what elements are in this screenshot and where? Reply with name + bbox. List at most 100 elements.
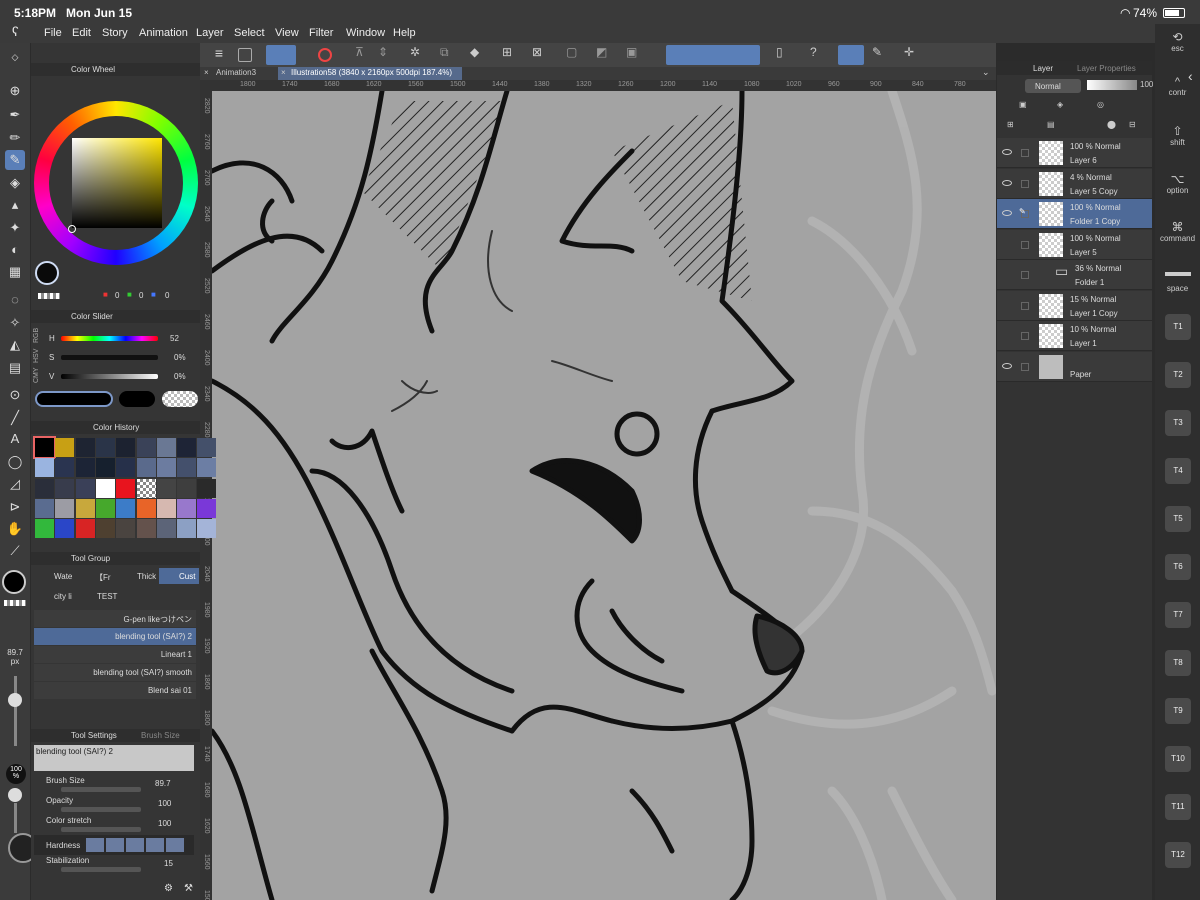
color-history-header[interactable]: Color History <box>31 421 200 434</box>
new-layer-icon[interactable]: ▣ <box>1019 100 1027 109</box>
saturation-value-square[interactable] <box>72 138 162 228</box>
history-color-swatch[interactable] <box>177 519 197 539</box>
layer-row[interactable]: 10 % Normal Layer 1 <box>997 321 1152 351</box>
expand-selection-icon[interactable]: ⊠ <box>532 45 554 65</box>
hardness-levels[interactable] <box>86 838 186 852</box>
decoration-tool-icon[interactable]: ✦ <box>5 218 25 238</box>
ctrl-key[interactable]: ^ contr <box>1155 76 1200 97</box>
line-tool-icon[interactable]: ╱ <box>5 408 25 428</box>
ruler-snap-group[interactable] <box>666 45 760 65</box>
history-color-swatch[interactable] <box>95 498 115 518</box>
opacity-slider-handle[interactable] <box>8 788 22 802</box>
custom-key-t7[interactable]: T7 <box>1165 602 1191 628</box>
command-key[interactable]: ⌘ command <box>1155 220 1200 243</box>
history-color-swatch[interactable] <box>75 438 95 457</box>
saturation-slider[interactable] <box>61 355 158 360</box>
reference-icon[interactable]: ◎ <box>1097 100 1104 109</box>
new-raster-layer-icon[interactable]: ⊞ <box>1007 120 1014 129</box>
custom-key-t12[interactable]: T12 <box>1165 842 1191 868</box>
layer-opacity-slider[interactable] <box>1087 80 1137 90</box>
tool-group-header[interactable]: Tool Group <box>31 552 200 565</box>
history-color-swatch[interactable] <box>156 498 176 518</box>
opacity-slider[interactable] <box>14 803 17 833</box>
close-icon[interactable]: × <box>204 68 209 77</box>
eraser-tool-icon[interactable]: ◈ <box>5 173 25 193</box>
brush-size-setting-slider[interactable] <box>61 787 141 792</box>
airbrush-tool-icon[interactable]: ▴ <box>5 195 25 215</box>
layer-lock-checkbox[interactable] <box>1021 271 1029 279</box>
opacity-setting-slider[interactable] <box>61 807 141 812</box>
tool-settings-header[interactable]: Tool Settings Brush Size <box>31 729 200 742</box>
lasso-tool-icon[interactable]: ◌ <box>5 290 25 310</box>
current-color-swatch[interactable] <box>35 261 59 285</box>
menu-animation[interactable]: Animation <box>139 27 188 39</box>
fill-tool-icon[interactable]: ◭ <box>5 335 25 355</box>
color-picker-handle[interactable] <box>68 225 76 233</box>
history-color-swatch[interactable] <box>156 519 176 539</box>
record-icon[interactable] <box>318 48 332 62</box>
layer-lock-checkbox[interactable] <box>1021 332 1029 340</box>
tab-layer-properties[interactable]: Layer Properties <box>1077 64 1136 73</box>
layer-lock-checkbox[interactable] <box>1021 179 1029 188</box>
main-color-swatch[interactable] <box>2 570 26 594</box>
history-color-swatch[interactable] <box>35 458 54 478</box>
history-color-swatch[interactable] <box>35 519 54 539</box>
main-color-bar[interactable] <box>35 391 113 407</box>
history-color-swatch[interactable] <box>136 458 156 478</box>
layer-lock-checkbox[interactable] <box>1021 240 1029 249</box>
history-color-swatch[interactable] <box>55 458 75 478</box>
history-color-swatch[interactable] <box>116 458 136 478</box>
layer-lock-checkbox[interactable] <box>1021 301 1029 310</box>
device-icon[interactable]: ▯ <box>776 45 798 65</box>
history-color-swatch[interactable] <box>95 519 115 539</box>
brush-item[interactable]: Blend sai 01 <box>34 682 196 699</box>
history-color-swatch[interactable] <box>75 478 95 498</box>
crop-icon[interactable]: ⊞ <box>502 45 524 65</box>
history-color-swatch[interactable] <box>136 478 156 498</box>
history-color-swatch[interactable] <box>197 458 217 478</box>
transparent-color-bar[interactable] <box>162 391 198 407</box>
history-color-swatch[interactable] <box>156 478 176 498</box>
layer-row[interactable]: 100 % Normal Layer 6 <box>997 138 1152 168</box>
history-color-swatch[interactable] <box>95 458 115 478</box>
menu-file[interactable]: File <box>44 27 62 39</box>
history-color-swatch[interactable] <box>197 498 217 518</box>
custom-key-t11[interactable]: T11 <box>1165 794 1191 820</box>
app-logo-icon[interactable]: ʕ <box>12 24 19 39</box>
eye-icon[interactable] <box>1002 179 1012 186</box>
brush-size-slider[interactable] <box>14 676 17 746</box>
brush-tab-custom[interactable]: Cust <box>159 568 199 584</box>
color-slider-header[interactable]: Color Slider <box>31 310 200 323</box>
custom-key-t1[interactable]: T1 <box>1165 314 1191 340</box>
history-color-swatch[interactable] <box>177 458 197 478</box>
history-color-swatch[interactable] <box>177 478 197 498</box>
custom-key-t4[interactable]: T4 <box>1165 458 1191 484</box>
ruler-tool-icon[interactable]: ⊳ <box>5 497 25 517</box>
blend-mode-select[interactable]: Normal <box>1025 79 1081 93</box>
history-color-swatch[interactable] <box>75 498 95 518</box>
collapse-icon[interactable]: ◇ <box>5 47 25 67</box>
brush-item[interactable]: Lineart 1 <box>34 646 196 663</box>
layer-lock-checkbox[interactable] <box>1021 149 1029 157</box>
close-icon[interactable]: × <box>281 68 286 77</box>
custom-key-t2[interactable]: T2 <box>1165 362 1191 388</box>
history-color-swatch[interactable] <box>136 519 156 539</box>
custom-key-t5[interactable]: T5 <box>1165 506 1191 532</box>
history-color-swatch[interactable] <box>55 478 75 498</box>
custom-key-t3[interactable]: T3 <box>1165 410 1191 436</box>
color-stretch-slider[interactable] <box>61 827 141 832</box>
history-color-swatch[interactable] <box>136 498 156 518</box>
layer-lock-checkbox[interactable] <box>1021 362 1029 371</box>
history-color-swatch[interactable] <box>177 498 197 518</box>
history-color-swatch[interactable] <box>55 438 75 457</box>
invert-selection-icon[interactable]: ◩ <box>596 45 618 65</box>
tab-illustration58[interactable]: × Illustration58 (3840 x 2160px 500dpi 1… <box>278 67 462 80</box>
text-tool-icon[interactable]: A <box>5 429 25 449</box>
esc-key[interactable]: ⟲ esc <box>1155 30 1200 53</box>
history-color-swatch[interactable] <box>95 438 115 457</box>
history-color-swatch[interactable] <box>55 498 75 518</box>
menu-layer[interactable]: Layer <box>196 27 224 39</box>
undo-icon[interactable]: ⊼ <box>355 45 377 65</box>
history-color-swatch[interactable] <box>116 519 136 539</box>
brush-tab-watercolor[interactable]: Wate <box>34 568 72 584</box>
